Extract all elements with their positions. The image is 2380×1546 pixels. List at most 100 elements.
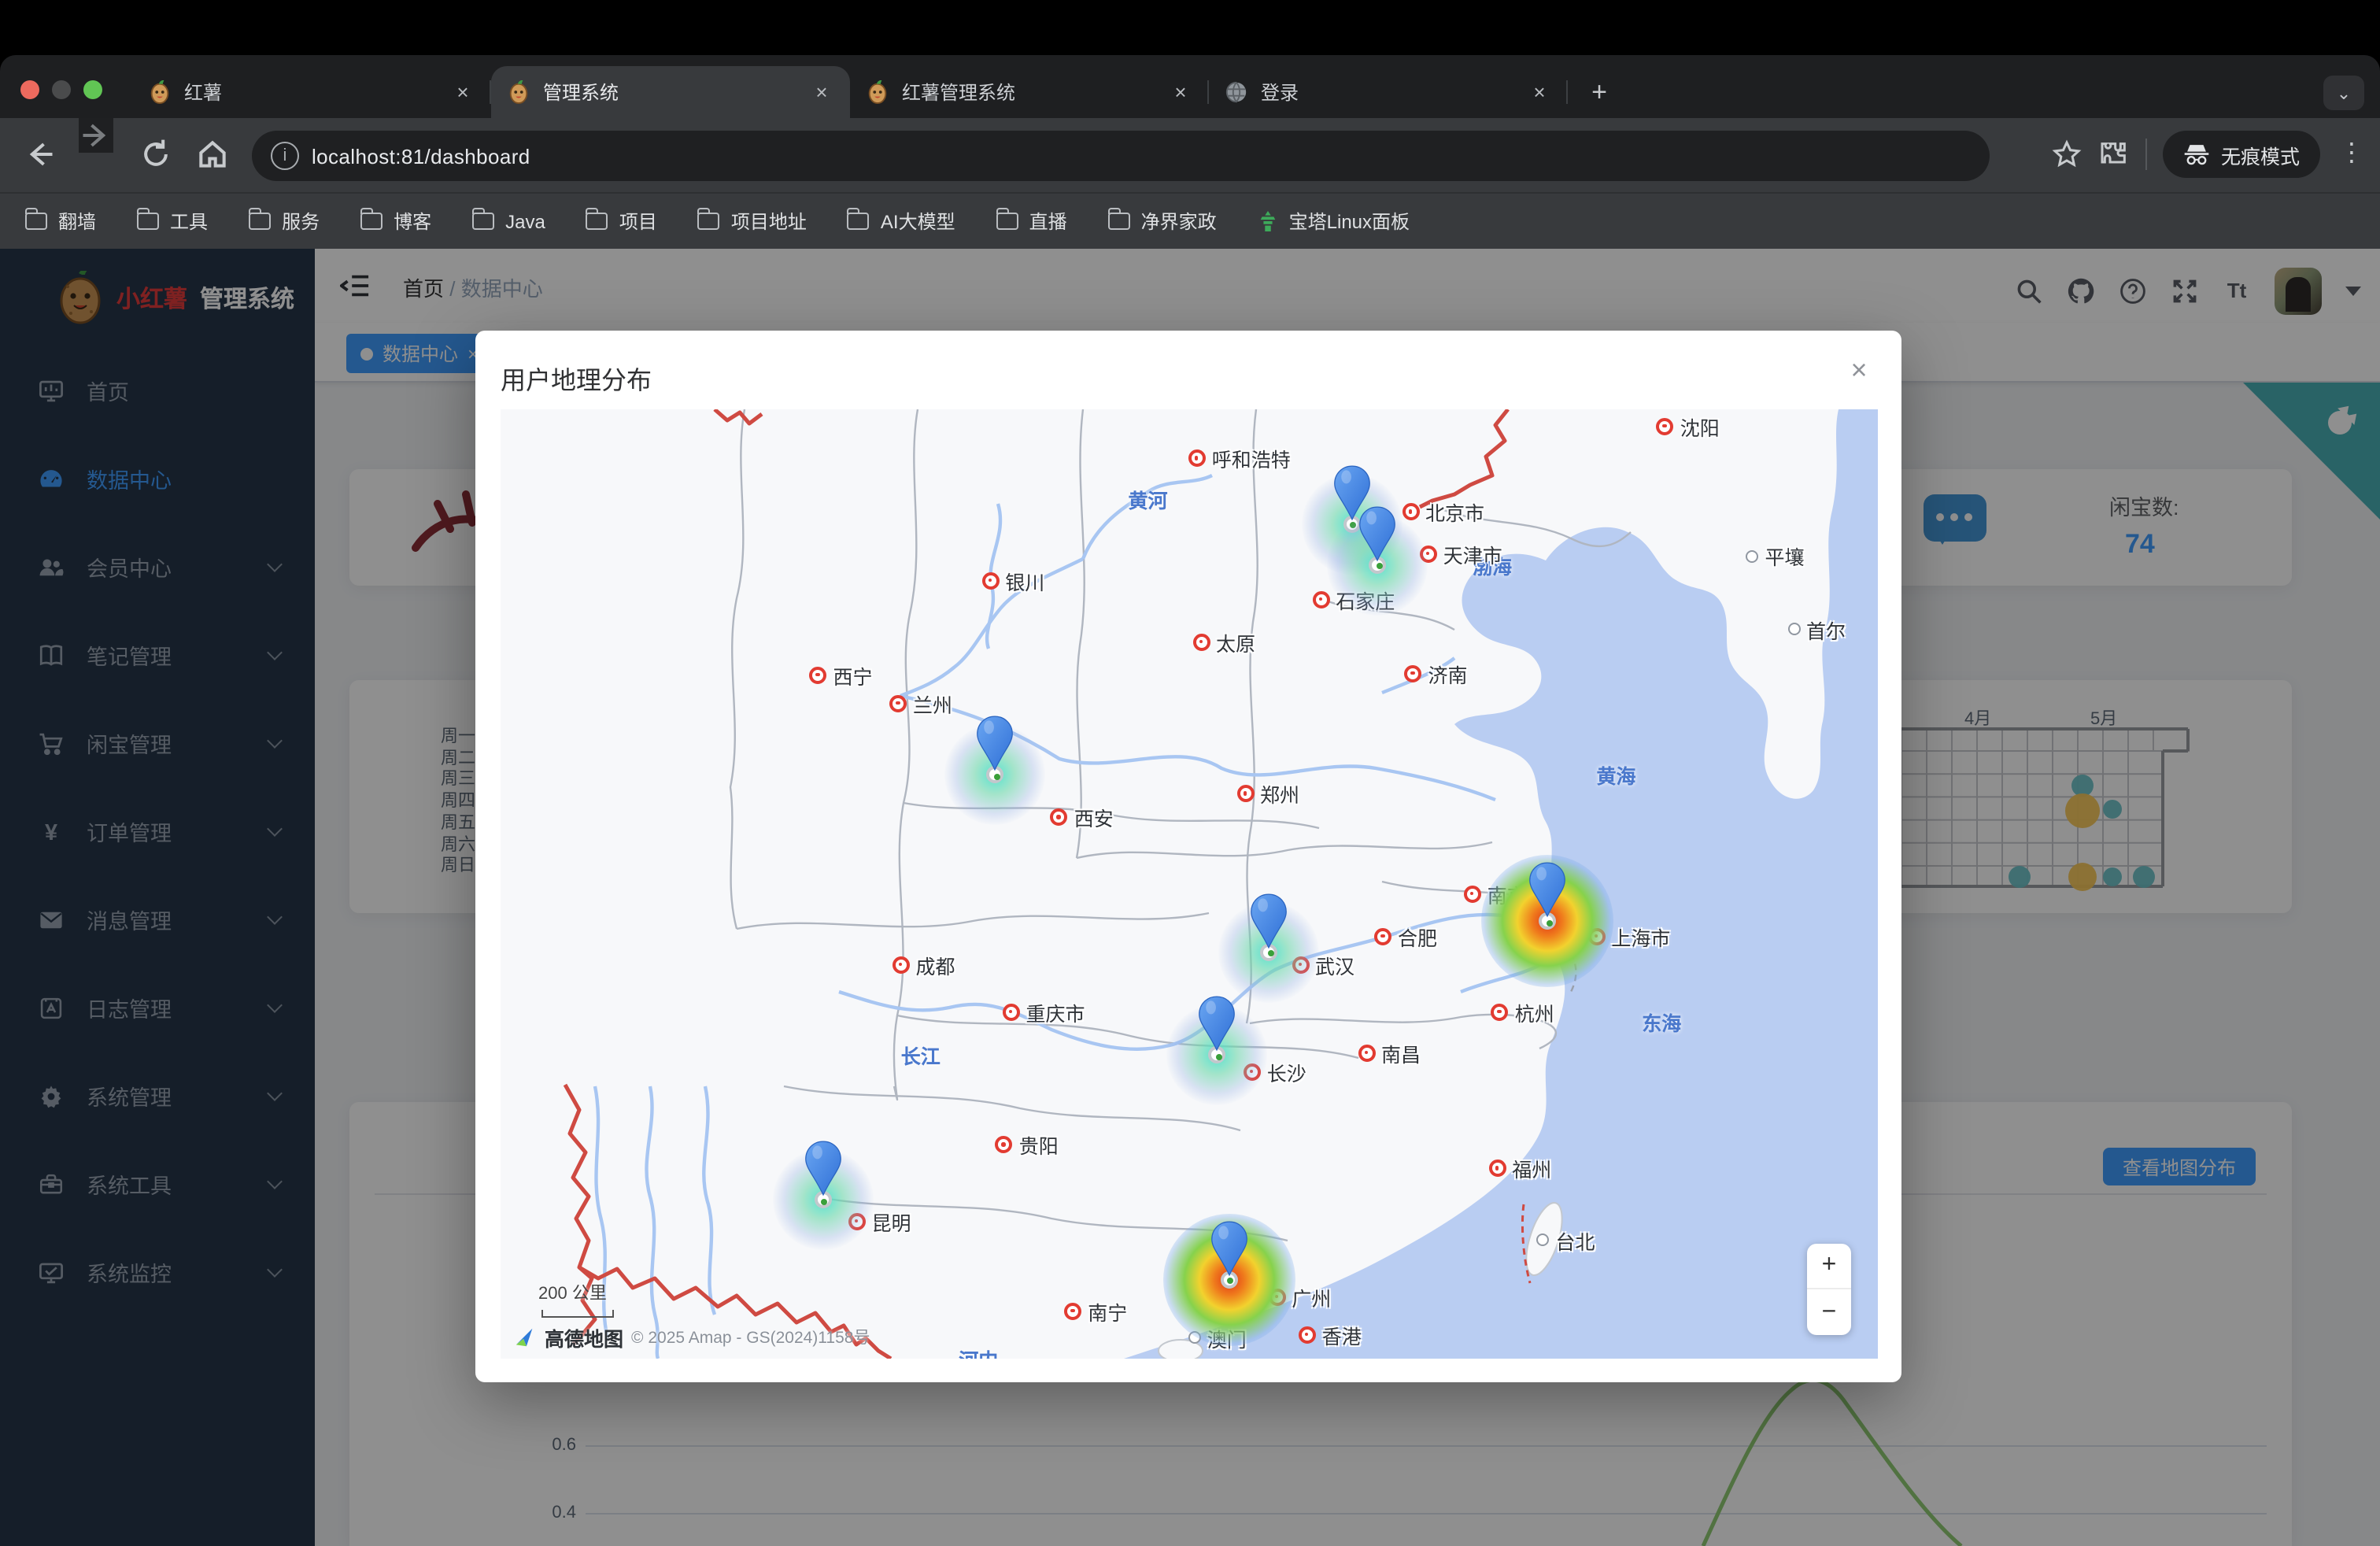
zoom-out-button[interactable]: −	[1807, 1289, 1851, 1335]
bookmark-0[interactable]: 翻墙	[25, 208, 96, 235]
bookmark-6[interactable]: 项目地址	[698, 208, 807, 235]
bookmark-label: 服务	[282, 208, 320, 235]
globe-favicon-icon	[1225, 80, 1248, 104]
bookmark-label: 博客	[394, 208, 431, 235]
bookmark-label: 项目	[619, 208, 657, 235]
browser-tab-1[interactable]: 管理系统×	[491, 66, 850, 118]
home-button[interactable]	[195, 137, 230, 172]
city-label-capital: 北京市	[1402, 497, 1484, 527]
reload-button[interactable]	[139, 137, 173, 172]
city-label-capital: 南宁	[1064, 1296, 1127, 1326]
bookmark-9[interactable]: 净界家政	[1108, 208, 1217, 235]
capital-marker-icon	[1188, 450, 1206, 468]
tab-close-icon[interactable]: ×	[1168, 80, 1193, 105]
bookmark-8[interactable]: 直播	[996, 208, 1067, 235]
extensions-icon[interactable]	[2098, 139, 2130, 170]
incognito-icon	[2183, 143, 2210, 165]
bookmark-7[interactable]: AI大模型	[848, 208, 955, 235]
address-bar[interactable]: i localhost:81/dashboard	[252, 131, 1990, 181]
close-window-button[interactable]	[20, 80, 39, 99]
city-label-capital: 贵阳	[996, 1130, 1059, 1160]
city-label-capital: 天津市	[1420, 538, 1502, 568]
amap-logo-icon	[513, 1326, 537, 1349]
browser-tab-2[interactable]: 红薯管理系统×	[850, 66, 1209, 118]
town-marker-icon	[1537, 1233, 1550, 1246]
bookmark-3[interactable]: 博客	[360, 208, 431, 235]
city-label-capital: 济南	[1404, 658, 1467, 688]
folder-icon	[137, 213, 159, 230]
potato-favicon-icon	[866, 80, 889, 104]
amap-brand: 高德地图	[545, 1322, 623, 1352]
city-label-capital: 太原	[1192, 627, 1255, 656]
capital-marker-icon	[889, 695, 907, 712]
bookmark-4[interactable]: Java	[472, 210, 545, 232]
browser-tab-3[interactable]: 登录×	[1209, 66, 1568, 118]
water-label: 长江	[901, 1040, 941, 1070]
tab-strip: 红薯×管理系统×红薯管理系统×登录×+ ⌄	[0, 55, 2380, 118]
map-geography	[501, 409, 1878, 1359]
city-label-capital: 西宁	[810, 660, 873, 690]
city-label-town: 台北	[1537, 1225, 1595, 1255]
capital-marker-icon	[1236, 785, 1254, 802]
site-info-icon[interactable]: i	[271, 142, 299, 170]
modal-title: 用户地理分布	[501, 359, 652, 397]
bookmark-1[interactable]: 工具	[137, 208, 208, 235]
forward-button[interactable]	[79, 118, 113, 153]
tab-close-icon[interactable]: ×	[1527, 80, 1552, 105]
minimize-window-button[interactable]	[52, 80, 71, 99]
city-label-capital: 香港	[1299, 1320, 1362, 1350]
folder-icon	[472, 213, 494, 230]
water-label: 黄海	[1596, 760, 1635, 790]
tab-close-icon[interactable]: ×	[450, 80, 475, 105]
back-button[interactable]	[22, 137, 57, 172]
bookmark-star-icon[interactable]	[2051, 139, 2082, 170]
zoom-in-button[interactable]: +	[1807, 1244, 1851, 1289]
toolbar-divider	[2145, 139, 2147, 170]
incognito-badge[interactable]: 无痕模式	[2163, 131, 2320, 178]
folder-icon	[360, 213, 382, 230]
folder-icon	[848, 213, 870, 230]
water-label: 黄河	[1128, 485, 1167, 515]
capital-marker-icon	[1358, 1045, 1375, 1062]
water-label: 东海	[1642, 1007, 1681, 1037]
city-label-capital: 重庆市	[1003, 997, 1085, 1027]
geo-distribution-modal: 用户地理分布 ×	[475, 331, 1901, 1382]
window-controls[interactable]	[20, 80, 102, 99]
url-text[interactable]: localhost:81/dashboard	[312, 144, 530, 168]
town-marker-icon	[1746, 550, 1759, 563]
bookmark-5[interactable]: 项目	[586, 208, 657, 235]
city-label-capital: 南昌	[1358, 1038, 1421, 1068]
screen: 红薯×管理系统×红薯管理系统×登录×+ ⌄ i localhost:81/das…	[0, 0, 2380, 1546]
folder-icon	[996, 213, 1018, 230]
city-label-capital: 福州	[1488, 1154, 1551, 1184]
capital-marker-icon	[1192, 633, 1210, 650]
tab-title: 登录	[1261, 79, 1527, 105]
browser-tab-0[interactable]: 红薯×	[132, 66, 491, 118]
new-tab-button[interactable]: +	[1577, 71, 1621, 115]
modal-close-icon[interactable]: ×	[1842, 353, 1876, 387]
capital-marker-icon	[893, 956, 910, 974]
city-label-town: 首尔	[1787, 615, 1846, 645]
scale-label: 200 公里	[538, 1280, 607, 1305]
menu-kebab-icon[interactable]: ⋮	[2336, 139, 2367, 170]
bookmark-label: 项目地址	[731, 208, 807, 235]
bookmarks-bar: 翻墙 工具 服务 博客 Java 项目 项目地址 AI大模型 直播 净界家政 宝塔Linux面板	[0, 192, 2380, 249]
tab-close-icon[interactable]: ×	[809, 80, 834, 105]
bookmark-2[interactable]: 服务	[249, 208, 320, 235]
city-label-capital: 西安	[1051, 803, 1114, 833]
city-label-capital: 呼和浩特	[1188, 444, 1291, 474]
city-label-capital: 兰州	[889, 689, 952, 719]
city-label-capital: 沈阳	[1657, 412, 1720, 442]
bookmark-10[interactable]: 宝塔Linux面板	[1258, 208, 1410, 235]
map-attribution: 高德地图 © 2025 Amap - GS(2024)1158号	[513, 1322, 870, 1352]
potato-favicon-icon	[148, 80, 172, 104]
capital-marker-icon	[1402, 503, 1419, 520]
amap-container[interactable]: 沈阳呼和浩特北京市天津市银川石家庄太原济南西宁兰州郑州西安南京合肥上海市成都武汉…	[501, 409, 1878, 1359]
zoom-window-button[interactable]	[83, 80, 102, 99]
tab-search-button[interactable]: ⌄	[2323, 76, 2364, 110]
capital-marker-icon	[1299, 1326, 1316, 1344]
map-zoom-control: + −	[1807, 1244, 1851, 1335]
bookmark-label: 净界家政	[1141, 208, 1217, 235]
scale-bar	[541, 1310, 614, 1318]
city-label-capital: 合肥	[1374, 921, 1437, 951]
